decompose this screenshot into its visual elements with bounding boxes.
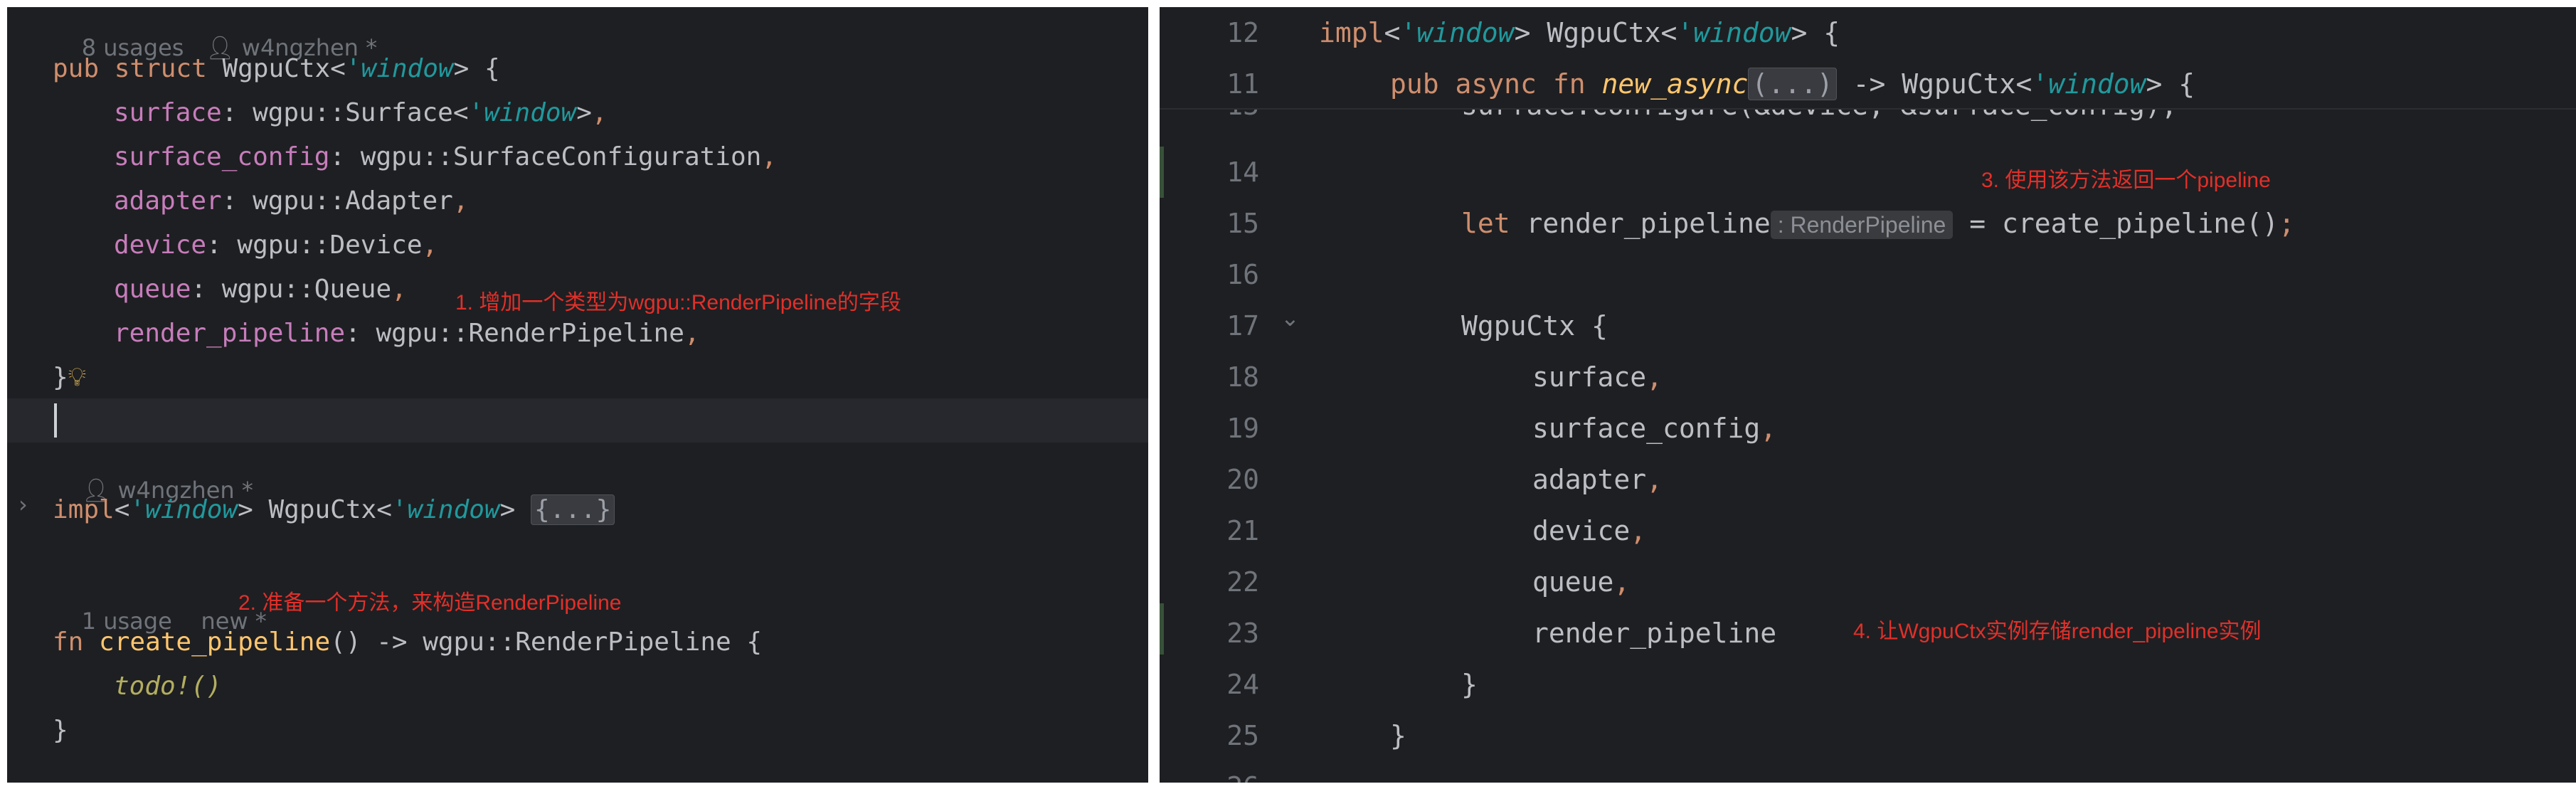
- right-editor-panel: 12 impl<'window> WgpuCtx<'window> { 11 p…: [1160, 7, 2576, 783]
- annotation-1: 1. 增加一个类型为wgpu::RenderPipeline的字段: [455, 291, 901, 314]
- current-line-highlight: [7, 398, 1148, 443]
- struct-field[interactable]: surface: wgpu::Surface<'window>,: [114, 91, 608, 135]
- line-number: 15: [1226, 208, 1259, 239]
- left-editor-panel: 8 usages 👤︎ w4ngzhen * pub struct WgpuCt…: [7, 7, 1148, 783]
- line-number: 18: [1226, 361, 1259, 393]
- folded-region[interactable]: (...): [1748, 68, 1837, 100]
- annotation-4: 4. 让WgpuCtx实例存储render_pipeline实例: [1853, 620, 2262, 643]
- fn-body[interactable]: todo!(): [114, 664, 222, 709]
- line-number: 20: [1226, 464, 1259, 495]
- sticky-fn-line[interactable]: pub async fn new_async (...) -> WgpuCtx<'…: [1390, 62, 2195, 106]
- code-line[interactable]: WgpuCtx {: [1461, 304, 1608, 348]
- git-change-marker[interactable]: [1160, 603, 1164, 655]
- git-change-marker[interactable]: [1160, 147, 1164, 198]
- type-inlay-hint: : RenderPipeline: [1770, 211, 1954, 239]
- struct-field[interactable]: adapter: wgpu::Adapter,: [114, 179, 469, 223]
- line-number: 14: [1226, 157, 1259, 188]
- line-number: 17: [1226, 310, 1259, 341]
- sticky-impl-line[interactable]: impl<'window> WgpuCtx<'window> {: [1319, 11, 1840, 55]
- struct-field[interactable]: device: wgpu::Device,: [114, 223, 438, 268]
- struct-close-brace: }💡︎: [53, 363, 86, 392]
- line-number: 23: [1226, 618, 1259, 649]
- chevron-right-icon[interactable]: ›: [18, 491, 28, 518]
- code-line[interactable]: let render_pipeline: RenderPipeline = cr…: [1461, 201, 2295, 245]
- code-line[interactable]: }: [1461, 662, 1478, 706]
- fn-close-brace: }: [53, 716, 68, 745]
- annotation-3: 3. 使用该方法返回一个pipeline: [1981, 169, 2271, 192]
- line-number: 21: [1226, 515, 1259, 546]
- code-line[interactable]: surface_config,: [1532, 406, 1776, 450]
- text-caret: [54, 403, 57, 438]
- struct-declaration[interactable]: pub struct WgpuCtx<'window> {: [53, 47, 500, 91]
- lightbulb-icon[interactable]: 💡︎: [68, 363, 86, 392]
- partial-line-13: 13 surface.configure(&device, &surface_c…: [1160, 110, 2576, 131]
- line-number: 16: [1226, 259, 1259, 290]
- struct-field[interactable]: surface_config: wgpu::SurfaceConfigurati…: [114, 135, 777, 179]
- fn-declaration[interactable]: fn create_pipeline() -> wgpu::RenderPipe…: [53, 620, 762, 664]
- struct-field[interactable]: render_pipeline: wgpu::RenderPipeline,: [114, 312, 700, 356]
- code-line[interactable]: device,: [1532, 509, 1646, 553]
- line-number: 25: [1226, 720, 1259, 751]
- line-number: 11: [1226, 68, 1259, 100]
- code-line[interactable]: surface,: [1532, 355, 1663, 399]
- line-number: 22: [1226, 566, 1259, 598]
- code-line[interactable]: queue,: [1532, 560, 1630, 604]
- line-number: 19: [1226, 413, 1259, 444]
- folded-region[interactable]: {...}: [530, 494, 615, 525]
- code-line[interactable]: }: [1390, 714, 1406, 758]
- code-line[interactable]: render_pipeline: [1532, 611, 1776, 655]
- impl-block-folded[interactable]: impl<'window> WgpuCtx<'window> {...}: [53, 488, 615, 532]
- code-line[interactable]: adapter,: [1532, 457, 1663, 502]
- struct-field[interactable]: queue: wgpu::Queue,: [114, 268, 407, 312]
- line-number: 26: [1174, 761, 1259, 783]
- chevron-down-icon[interactable]: ⌄: [1281, 305, 1300, 332]
- annotation-2: 2. 准备一个方法，来构造RenderPipeline: [238, 591, 622, 615]
- line-number: 24: [1226, 669, 1259, 700]
- line-number: 12: [1226, 17, 1259, 48]
